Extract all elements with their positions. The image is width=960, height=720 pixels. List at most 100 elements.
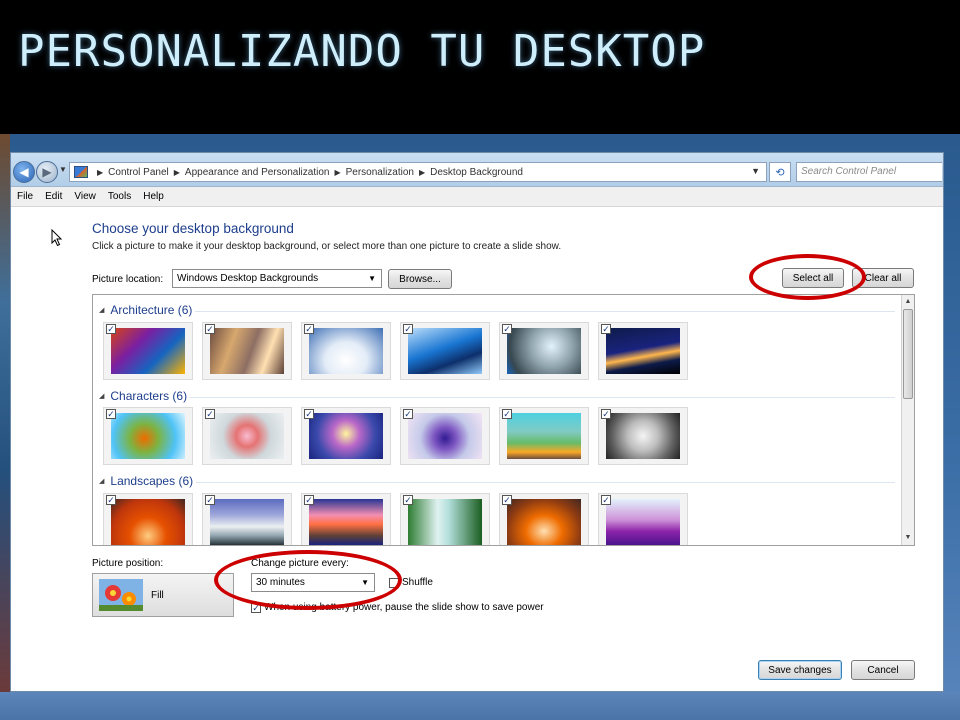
wallpaper-image: [111, 328, 185, 374]
breadcrumb-chevron-icon[interactable]: ▶: [97, 168, 103, 177]
thumbnail-checkbox[interactable]: ✓: [304, 409, 314, 419]
picture-location-select[interactable]: Windows Desktop Backgrounds ▼: [172, 269, 382, 288]
menu-bar: File Edit View Tools Help: [11, 187, 943, 207]
breadcrumb-chevron-icon[interactable]: ▶: [174, 168, 180, 177]
wallpaper-thumbnail[interactable]: ✓: [103, 493, 193, 545]
wallpaper-thumbnail[interactable]: ✓: [301, 493, 391, 545]
wallpaper-thumbnail[interactable]: ✓: [202, 322, 292, 380]
menu-edit[interactable]: Edit: [39, 191, 68, 202]
desktop-edge: [0, 134, 10, 694]
wallpaper-thumbnail[interactable]: ✓: [103, 322, 193, 380]
thumbnail-checkbox[interactable]: ✓: [106, 495, 116, 505]
back-button[interactable]: ◀: [13, 161, 35, 183]
group-header-architecture[interactable]: ◢ Architecture (6): [99, 303, 192, 317]
wallpaper-image: [210, 413, 284, 459]
collapse-triangle-icon[interactable]: ◢: [99, 477, 104, 485]
refresh-icon[interactable]: ⟲: [769, 162, 791, 182]
group-divider: [195, 311, 895, 312]
wallpaper-image: [408, 413, 482, 459]
scroll-thumb[interactable]: [903, 309, 913, 399]
group-label: Landscapes (6): [110, 474, 194, 488]
wallpaper-image: [111, 413, 185, 459]
collapse-triangle-icon[interactable]: ◢: [99, 306, 104, 314]
group-label: Characters (6): [110, 389, 188, 403]
thumbnail-checkbox[interactable]: ✓: [205, 495, 215, 505]
breadcrumb-chevron-icon[interactable]: ▶: [334, 168, 340, 177]
menu-view[interactable]: View: [68, 191, 102, 202]
recent-pages-dropdown-icon[interactable]: ▼: [59, 165, 67, 174]
wallpaper-image: [408, 328, 482, 374]
address-dropdown-icon[interactable]: ▼: [751, 166, 760, 176]
breadcrumb-item[interactable]: Desktop Background: [430, 167, 523, 178]
thumbnail-checkbox[interactable]: ✓: [601, 495, 611, 505]
wallpaper-thumbnail[interactable]: ✓: [598, 322, 688, 380]
wallpaper-thumbnail[interactable]: ✓: [499, 322, 589, 380]
thumbnail-checkbox[interactable]: ✓: [601, 324, 611, 334]
mouse-pointer-icon: [51, 229, 63, 247]
wallpaper-thumbnail[interactable]: ✓: [301, 407, 391, 465]
browse-button[interactable]: Browse...: [388, 269, 452, 289]
wallpaper-thumbnail[interactable]: ✓: [499, 407, 589, 465]
thumbnail-checkbox[interactable]: ✓: [403, 324, 413, 334]
wallpaper-thumbnail[interactable]: ✓: [202, 493, 292, 545]
search-input[interactable]: Search Control Panel: [796, 162, 942, 182]
page-instructions: Click a picture to make it your desktop …: [92, 241, 562, 252]
thumbnail-checkbox[interactable]: ✓: [106, 409, 116, 419]
wallpaper-image: [309, 499, 383, 545]
picture-position-select[interactable]: Fill: [92, 573, 234, 617]
save-changes-button[interactable]: Save changes: [758, 660, 842, 680]
thumbnail-checkbox[interactable]: ✓: [502, 495, 512, 505]
wallpaper-thumbnail[interactable]: ✓: [202, 407, 292, 465]
thumbnail-checkbox[interactable]: ✓: [601, 409, 611, 419]
cancel-button[interactable]: Cancel: [851, 660, 915, 680]
thumbnail-checkbox[interactable]: ✓: [304, 495, 314, 505]
group-label: Architecture (6): [110, 303, 193, 317]
wallpaper-thumbnail[interactable]: ✓: [400, 322, 490, 380]
menu-file[interactable]: File: [11, 191, 39, 202]
gallery-scrollbar[interactable]: ▲ ▼: [901, 295, 914, 545]
wallpaper-thumbnail[interactable]: ✓: [499, 493, 589, 545]
picture-position-label: Picture position:: [92, 558, 164, 569]
breadcrumb-item[interactable]: Control Panel: [108, 167, 169, 178]
wallpaper-image: [309, 328, 383, 374]
breadcrumb-item[interactable]: Personalization: [346, 167, 414, 178]
wallpaper-image: [606, 499, 680, 545]
scroll-down-icon[interactable]: ▼: [902, 531, 914, 545]
thumbnail-checkbox[interactable]: ✓: [403, 409, 413, 419]
wallpaper-thumbnail[interactable]: ✓: [103, 407, 193, 465]
wallpaper-image: [507, 328, 581, 374]
wallpaper-image: [309, 413, 383, 459]
thumbnail-checkbox[interactable]: ✓: [502, 409, 512, 419]
address-bar[interactable]: ▶ Control Panel ▶ Appearance and Persona…: [69, 162, 767, 182]
forward-button[interactable]: ▶: [36, 161, 58, 183]
flower-preview-icon: [99, 579, 143, 611]
thumbnail-checkbox[interactable]: ✓: [106, 324, 116, 334]
wallpaper-thumbnail[interactable]: ✓: [598, 407, 688, 465]
breadcrumb-item[interactable]: Appearance and Personalization: [185, 167, 330, 178]
menu-tools[interactable]: Tools: [102, 191, 137, 202]
group-header-characters[interactable]: ◢ Characters (6): [99, 389, 187, 403]
thumbnail-checkbox[interactable]: ✓: [403, 495, 413, 505]
wallpaper-thumbnail[interactable]: ✓: [598, 493, 688, 545]
wallpaper-thumbnail[interactable]: ✓: [301, 322, 391, 380]
breadcrumb-chevron-icon[interactable]: ▶: [419, 168, 425, 177]
wallpaper-image: [111, 499, 185, 545]
wallpaper-thumbnail[interactable]: ✓: [400, 493, 490, 545]
control-panel-icon: [74, 166, 88, 178]
wallpaper-image: [210, 328, 284, 374]
wallpaper-image: [606, 328, 680, 374]
menu-help[interactable]: Help: [137, 191, 170, 202]
wallpaper-image: [408, 499, 482, 545]
address-bar-area: ◀ ▶ ▼ ▶ Control Panel ▶ Appearance and P…: [11, 153, 943, 187]
thumbnail-checkbox[interactable]: ✓: [205, 409, 215, 419]
wallpaper-image: [507, 413, 581, 459]
scroll-up-icon[interactable]: ▲: [902, 295, 914, 309]
thumbnail-checkbox[interactable]: ✓: [304, 324, 314, 334]
group-header-landscapes[interactable]: ◢ Landscapes (6): [99, 474, 193, 488]
highlight-circle-select-all: [749, 254, 866, 300]
wallpaper-thumbnail[interactable]: ✓: [400, 407, 490, 465]
thumbnail-checkbox[interactable]: ✓: [205, 324, 215, 334]
slide-title: PERSONALIZANDO TU DESKTOP: [18, 26, 706, 77]
collapse-triangle-icon[interactable]: ◢: [99, 392, 104, 400]
thumbnail-checkbox[interactable]: ✓: [502, 324, 512, 334]
